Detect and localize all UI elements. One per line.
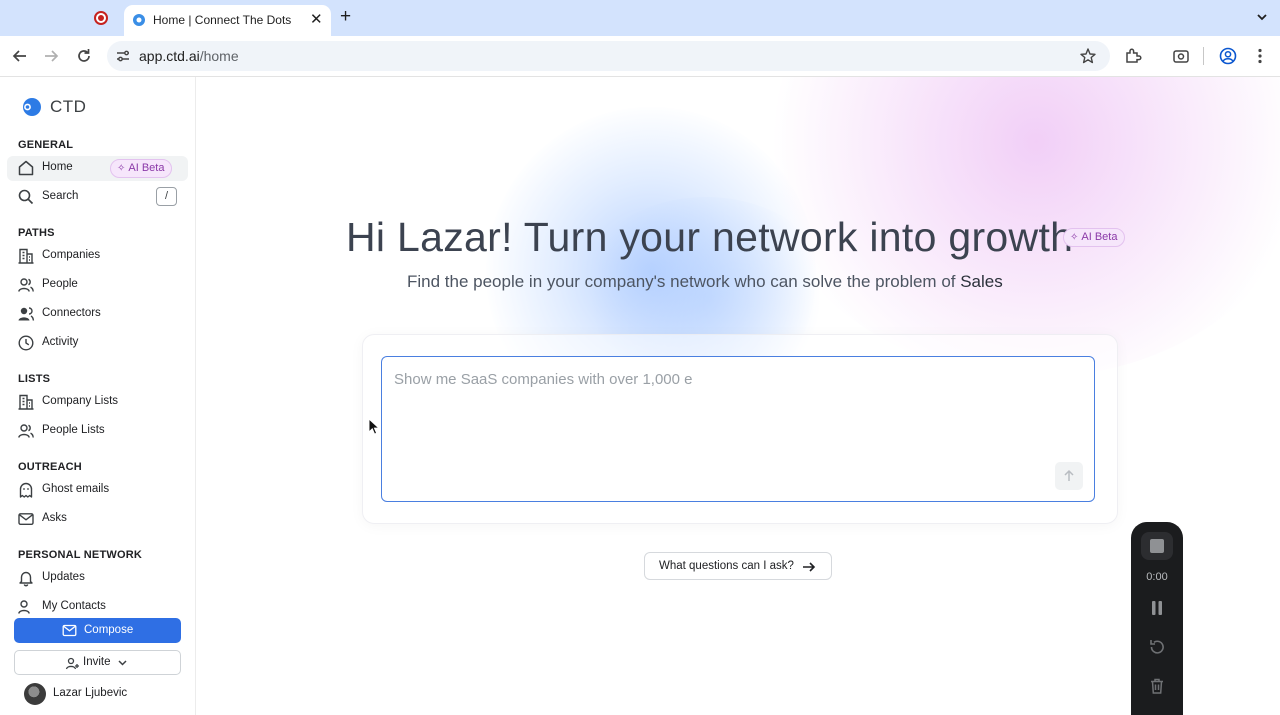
recording-timer: 0:00 [1146, 571, 1168, 583]
site-settings-icon[interactable] [115, 48, 131, 64]
sidebar-item-my-contacts[interactable]: My Contacts [7, 595, 188, 617]
reload-icon[interactable] [74, 46, 94, 66]
sidebar: CTD GENERAL Home ✧ AI Beta Search / PATHS… [0, 77, 196, 715]
page-subtitle: Find the people in your company's networ… [407, 272, 1003, 291]
extensions-puzzle-icon[interactable] [1123, 46, 1143, 66]
brand-name: CTD [50, 97, 87, 116]
subtitle-topic: Sales [960, 272, 1003, 291]
sidebar-item-label: Home [42, 161, 73, 173]
sidebar-item-label: Connectors [42, 307, 101, 319]
sidebar-item-companies[interactable]: Companies [7, 244, 188, 269]
sidebar-item-home[interactable]: Home ✧ AI Beta [7, 156, 188, 181]
send-button[interactable] [1055, 462, 1083, 490]
people-icon [18, 278, 34, 292]
ctd-favicon-icon [133, 14, 145, 26]
sidebar-item-label: Updates [42, 571, 85, 583]
bell-icon [19, 571, 33, 587]
sidebar-item-label: Asks [42, 512, 67, 524]
sparkle-icon: ✧ [117, 163, 126, 174]
sidebar-item-label: My Contacts [42, 600, 106, 612]
clock-icon [18, 335, 34, 351]
sidebar-item-company-lists[interactable]: Company Lists [7, 390, 188, 415]
invite-label: Invite [83, 656, 111, 668]
back-arrow-icon[interactable] [10, 46, 30, 66]
sidebar-item-label: Activity [42, 336, 79, 348]
building-icon [18, 248, 34, 264]
restart-icon[interactable] [1147, 637, 1167, 657]
search-shortcut-key: / [156, 187, 177, 206]
main-content: Hi Lazar! Turn your network into growth … [196, 77, 1280, 715]
arrow-right-icon [803, 562, 816, 572]
search-icon [18, 189, 34, 205]
screen-recorder-widget: 0:00 [1131, 522, 1183, 715]
forward-arrow-icon[interactable] [41, 46, 61, 66]
sidebar-item-people-lists[interactable]: People Lists [7, 419, 188, 444]
compose-button[interactable]: Compose [14, 618, 181, 643]
sidebar-item-label: Companies [42, 249, 101, 261]
mail-icon [18, 513, 34, 525]
invite-button[interactable]: Invite [14, 650, 181, 675]
profile-avatar-icon[interactable] [1218, 46, 1238, 66]
home-icon [18, 160, 34, 176]
tab-title: Home | Connect The Dots [153, 13, 292, 27]
url-text: app.ctd.ai/home [139, 48, 239, 64]
prompt-input[interactable]: Show me SaaS companies with over 1,000 e [381, 356, 1095, 502]
compose-label: Compose [84, 624, 134, 636]
screen-capture-icon[interactable] [1171, 46, 1191, 66]
what-questions-label: What questions can I ask? [659, 560, 794, 572]
people-icon [18, 424, 34, 438]
tab-close-icon[interactable]: ✕ [310, 10, 323, 28]
section-paths: PATHS [18, 227, 55, 239]
sidebar-item-connectors[interactable]: Connectors [7, 302, 188, 327]
chevron-down-icon [118, 660, 127, 666]
contacts-icon [18, 600, 30, 614]
sidebar-item-activity[interactable]: Activity [7, 331, 188, 356]
prompt-placeholder: Show me SaaS companies with over 1,000 e [394, 371, 693, 388]
ctd-logo-icon [23, 98, 41, 116]
page-title: Hi Lazar! Turn your network into growth [346, 214, 1074, 260]
sidebar-item-label: Search [42, 190, 79, 202]
tab-search-chevron-icon[interactable] [1254, 9, 1270, 25]
toolbar-separator [1203, 47, 1204, 65]
sidebar-item-people[interactable]: People [7, 273, 188, 298]
sidebar-item-updates[interactable]: Updates [7, 566, 188, 591]
sidebar-item-label: Company Lists [42, 395, 119, 407]
stop-recording-button[interactable] [1141, 532, 1173, 560]
sparkle-icon: ✧ [1070, 232, 1079, 243]
sidebar-item-label: Ghost emails [42, 483, 110, 495]
sidebar-item-label: People [42, 278, 78, 290]
sidebar-item-label: People Lists [42, 424, 105, 436]
new-tab-icon[interactable]: + [340, 7, 351, 27]
pause-icon[interactable] [1147, 598, 1167, 618]
recording-indicator-icon [94, 11, 108, 25]
ai-beta-badge: ✧ AI Beta [1063, 228, 1126, 247]
browser-menu-kebab-icon[interactable] [1250, 46, 1270, 66]
ghost-icon [19, 482, 33, 498]
browser-tab-active[interactable]: Home | Connect The Dots ✕ [124, 5, 331, 36]
connectors-icon [18, 307, 35, 321]
browser-tab-strip: Home | Connect The Dots ✕ + [0, 0, 1280, 36]
section-personal-network: PERSONAL NETWORK [18, 549, 143, 561]
sidebar-item-asks[interactable]: Asks [7, 507, 188, 532]
mouse-cursor-icon [368, 418, 380, 435]
sidebar-item-search[interactable]: Search / [7, 185, 188, 210]
section-lists: LISTS [18, 373, 51, 385]
compose-mail-icon [62, 624, 77, 637]
section-general: GENERAL [18, 139, 74, 151]
add-user-icon [65, 657, 79, 670]
ai-beta-badge: ✧ AI Beta [110, 159, 173, 178]
user-name: Lazar Ljubevic [53, 687, 128, 699]
bookmark-star-icon[interactable] [1079, 47, 1097, 65]
arrow-up-icon [1064, 469, 1074, 481]
trash-icon[interactable] [1147, 676, 1167, 696]
section-outreach: OUTREACH [18, 461, 82, 473]
building-icon [18, 394, 34, 410]
avatar [24, 683, 46, 705]
browser-toolbar: app.ctd.ai/home [0, 36, 1280, 77]
what-questions-button[interactable]: What questions can I ask? [644, 552, 832, 580]
address-bar[interactable]: app.ctd.ai/home [107, 41, 1110, 71]
sidebar-item-ghost-emails[interactable]: Ghost emails [7, 478, 188, 503]
